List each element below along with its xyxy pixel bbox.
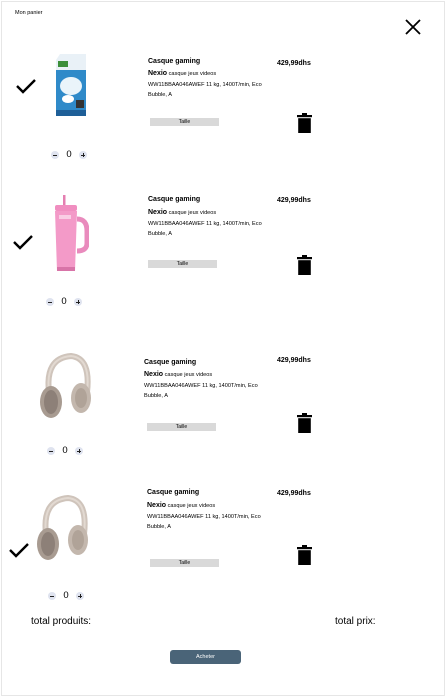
plus-icon[interactable] <box>74 298 82 306</box>
size-button[interactable]: Taille <box>147 423 216 431</box>
product-description: Nexio casque jeux videos WW11BBAA046AWEF… <box>148 69 280 101</box>
minus-icon[interactable] <box>51 151 59 159</box>
product-price: 429,99dhs <box>277 60 311 67</box>
quantity-stepper: 0 <box>51 150 87 160</box>
quantity-value: 0 <box>63 590 69 601</box>
minus-icon[interactable] <box>46 298 54 306</box>
product-brand: Nexio <box>144 371 164 378</box>
product-subtitle: casque jeux videos <box>167 503 216 509</box>
check-icon[interactable] <box>15 78 37 94</box>
plus-icon[interactable] <box>75 447 83 455</box>
minus-icon[interactable] <box>48 592 56 600</box>
product-spec: WW11BBAA046AWEF 11 kg, 1400T/min, Eco Bu… <box>148 220 262 238</box>
product-image-milk-carton <box>52 52 90 118</box>
plus-icon[interactable] <box>79 151 87 159</box>
product-subtitle: casque jeux videos <box>164 372 213 378</box>
product-description: Nexio casque jeux videos WW11BBAA046AWEF… <box>148 208 280 240</box>
product-subtitle: casque jeux videos <box>168 71 217 77</box>
size-button[interactable]: Taille <box>148 260 217 268</box>
size-button[interactable]: Taille <box>150 559 219 567</box>
close-icon[interactable] <box>403 17 423 37</box>
product-price: 429,99dhs <box>277 490 311 497</box>
product-brand: Nexio <box>148 70 168 77</box>
check-icon[interactable] <box>12 234 34 250</box>
product-name: Casque gaming <box>148 58 201 65</box>
product-description: Nexio casque jeux videos WW11BBAA046AWEF… <box>144 370 276 402</box>
page-title: Mon panier <box>15 10 43 16</box>
product-price: 429,99dhs <box>277 197 311 204</box>
product-image-headphones <box>37 352 93 424</box>
product-image-headphones <box>34 494 90 566</box>
minus-icon[interactable] <box>47 447 55 455</box>
product-spec: WW11BBAA046AWEF 11 kg, 1400T/min, Eco Bu… <box>147 513 261 531</box>
quantity-value: 0 <box>66 149 72 160</box>
trash-icon[interactable] <box>297 545 312 565</box>
product-brand: Nexio <box>148 209 168 216</box>
product-spec: WW11BBAA046AWEF 11 kg, 1400T/min, Eco Bu… <box>144 382 258 400</box>
quantity-stepper: 0 <box>48 591 84 601</box>
plus-icon[interactable] <box>76 592 84 600</box>
product-name: Casque gaming <box>144 359 197 366</box>
buy-button[interactable]: Acheter <box>170 650 241 664</box>
quantity-value: 0 <box>61 296 67 307</box>
total-products-label: total produits: <box>31 616 92 627</box>
product-description: Nexio casque jeux videos WW11BBAA046AWEF… <box>147 501 279 533</box>
trash-icon[interactable] <box>297 413 312 433</box>
total-price-label: total prix: <box>335 616 376 627</box>
quantity-stepper: 0 <box>46 297 82 307</box>
trash-icon[interactable] <box>297 255 312 275</box>
quantity-stepper: 0 <box>47 446 83 456</box>
trash-icon[interactable] <box>297 113 312 133</box>
product-spec: WW11BBAA046AWEF 11 kg, 1400T/min, Eco Bu… <box>148 81 262 99</box>
product-name: Casque gaming <box>147 489 200 496</box>
quantity-value: 0 <box>62 445 68 456</box>
product-subtitle: casque jeux videos <box>168 210 217 216</box>
product-name: Casque gaming <box>148 196 201 203</box>
product-image-pink-tumbler <box>49 195 89 275</box>
product-brand: Nexio <box>147 502 167 509</box>
check-icon[interactable] <box>8 542 30 558</box>
size-button[interactable]: Taille <box>150 118 219 126</box>
product-price: 429,99dhs <box>277 357 311 364</box>
